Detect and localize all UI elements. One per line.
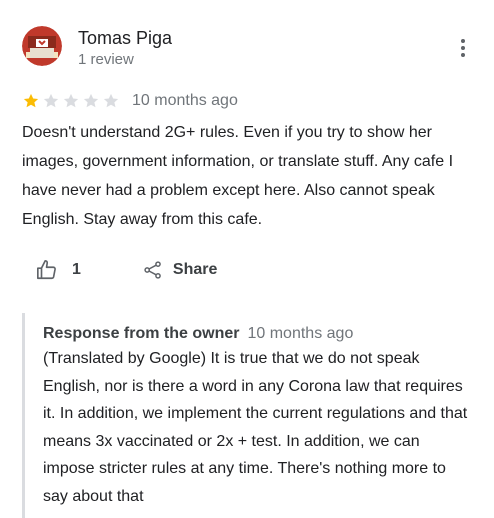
- avatar[interactable]: [22, 26, 62, 66]
- star-empty-icon: [83, 93, 99, 108]
- more-options-button[interactable]: [454, 36, 472, 60]
- owner-response-header: Response from the owner 10 months ago: [43, 323, 353, 345]
- like-count: 1: [72, 261, 81, 278]
- thumb-up-icon: [37, 260, 56, 280]
- owner-response-text: (Translated by Google) It is true that w…: [43, 350, 468, 505]
- review-text: Doesn't understand 2G+ rules. Even if yo…: [22, 124, 454, 228]
- owner-response-title: Response from the owner: [43, 325, 240, 342]
- share-button[interactable]: Share: [143, 260, 217, 280]
- star-empty-icon: [63, 93, 79, 108]
- author-review-count[interactable]: 1 review: [78, 50, 134, 70]
- share-icon: [144, 261, 161, 279]
- star-filled-icon: [23, 93, 39, 108]
- like-button[interactable]: 1: [36, 259, 81, 281]
- review-time: 10 months ago: [132, 92, 238, 109]
- author-name[interactable]: Tomas Piga: [78, 26, 172, 50]
- star-rating: [22, 92, 120, 110]
- rating-row: 10 months ago: [22, 90, 238, 112]
- owner-response: Response from the owner 10 months ago (Tr…: [22, 313, 485, 518]
- avatar-image: [22, 26, 62, 66]
- review-actions: 1 Share: [36, 256, 217, 284]
- star-empty-icon: [103, 93, 119, 108]
- review-card: Tomas Piga 1 review 10 months ago Doesn'…: [0, 0, 494, 518]
- review-header: Tomas Piga 1 review: [22, 26, 472, 70]
- star-empty-icon: [43, 93, 59, 108]
- owner-response-time: 10 months ago: [247, 325, 354, 342]
- share-label: Share: [172, 261, 218, 278]
- more-vert-icon: [461, 39, 465, 57]
